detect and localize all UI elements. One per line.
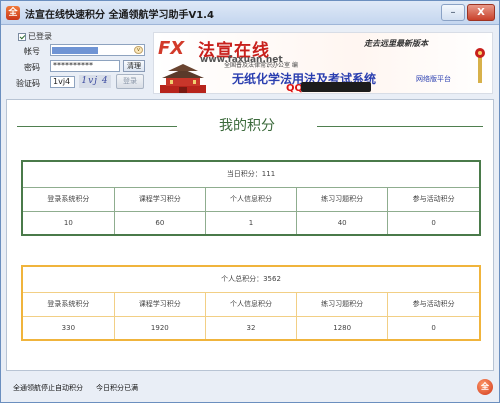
total-activity-points: 0 <box>387 315 480 340</box>
total-points-table: 个人总积分：3562 登录系统积分 课程学习积分 个人信息积分 练习习题积分 参… <box>21 265 481 341</box>
check-icon <box>18 32 26 41</box>
today-points-caption: 当日积分：111 <box>226 170 276 179</box>
window-title: 法宣在线快速积分 全通领航学习助手V1.4 <box>25 10 214 21</box>
col-header-course: 课程学习积分 <box>113 291 206 316</box>
total-exercise-points: 1280 <box>296 315 388 340</box>
total-login-points: 330 <box>22 315 115 340</box>
col-header-exercise: 练习习题积分 <box>296 186 388 211</box>
password-field[interactable]: ********** <box>50 60 120 72</box>
login-status: 已登录 <box>18 31 52 42</box>
page-title: 我的积分 <box>177 114 317 138</box>
col-header-profile: 个人信息积分 <box>204 186 297 211</box>
fx-logo: FX <box>158 38 185 59</box>
today-profile-points: 1 <box>204 210 297 235</box>
col-header-activity: 参与活动积分 <box>387 291 480 316</box>
col-header-activity: 参与活动积分 <box>387 186 480 211</box>
banner: FX 法宣在线 www.faxuan.net 全国普及法律常识办公室 编 走去远… <box>153 32 493 94</box>
col-header-course: 课程学习积分 <box>113 186 206 211</box>
login-panel: 已登录 帐号 v 密码 ********** 清理 验证码 1vj4 1vj 4… <box>6 31 146 93</box>
total-course-points: 1920 <box>113 315 206 340</box>
total-points-caption: 个人总积分：3562 <box>221 275 281 284</box>
account-label: 帐号 <box>24 47 40 56</box>
today-course-points: 60 <box>113 210 206 235</box>
captcha-input[interactable]: 1vj4 <box>50 76 75 88</box>
col-header-login: 登录系统积分 <box>22 186 115 211</box>
close-button[interactable]: X <box>467 4 495 21</box>
today-login-points: 10 <box>22 210 115 235</box>
tiananmen-gate-icon <box>160 64 206 93</box>
captcha-label: 验证码 <box>16 79 40 88</box>
minimize-button[interactable]: – <box>441 4 465 21</box>
qq-number-redacted <box>301 82 371 92</box>
daily-limit-status: 今日积分已满 <box>96 384 138 392</box>
password-label: 密码 <box>24 63 40 72</box>
today-points-table: 当日积分：111 登录系统积分 课程学习积分 个人信息积分 练习习题积分 参与活… <box>21 160 481 236</box>
auto-points-status: 全通领航停止自动积分 <box>13 384 83 392</box>
app-window: 全 法宣在线快速积分 全通领航学习助手V1.4 – X 已登录 帐号 v 密码 … <box>0 0 500 403</box>
col-header-login: 登录系统积分 <box>22 291 115 316</box>
sponsor-text: 全国普及法律常识办公室 编 <box>224 62 298 69</box>
login-button[interactable]: 登录 <box>116 74 144 89</box>
today-exercise-points: 40 <box>296 210 388 235</box>
today-activity-points: 0 <box>387 210 480 235</box>
col-header-profile: 个人信息积分 <box>204 291 297 316</box>
chevron-down-icon[interactable]: v <box>134 46 143 54</box>
clear-button[interactable]: 清理 <box>123 60 145 72</box>
col-header-exercise: 练习习题积分 <box>296 291 388 316</box>
platform-label: 网络版平台 <box>416 75 451 83</box>
captcha-image[interactable]: 1vj 4 <box>79 75 111 88</box>
account-value-redacted <box>52 47 98 54</box>
account-field[interactable]: v <box>50 44 145 56</box>
title-bar: 全 法宣在线快速积分 全通领航学习助手V1.4 – X <box>1 1 499 25</box>
points-panel: 我的积分 当日积分：111 登录系统积分 课程学习积分 个人信息积分 练习习题积… <box>6 99 494 371</box>
tray-app-icon[interactable]: 全 <box>477 379 493 395</box>
emblem-icon <box>475 48 485 83</box>
total-profile-points: 32 <box>204 315 297 340</box>
status-bar: 全通领航停止自动积分 今日积分已满 全 <box>1 375 499 402</box>
login-status-label: 已登录 <box>28 32 52 41</box>
app-logo-icon: 全 <box>6 6 20 20</box>
banner-slogan: 走去远里最新版本 <box>364 38 428 48</box>
